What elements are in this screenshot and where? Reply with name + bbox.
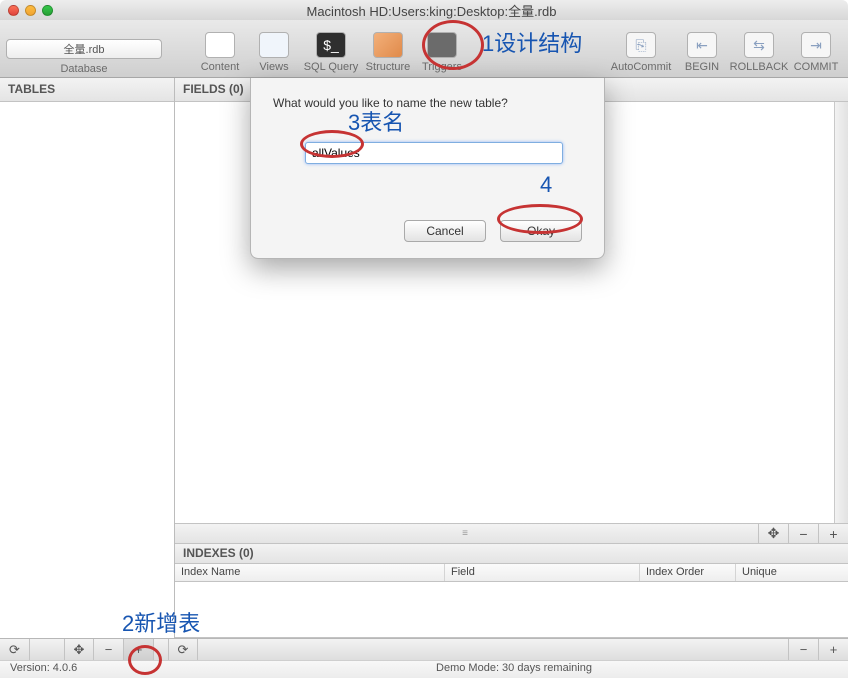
sqlquery-icon: $_ [316,32,346,58]
col-field[interactable]: Field [445,564,640,581]
fields-toolbar: ≡ ✥ − + [175,524,848,544]
autocommit-label: AutoCommit [611,61,672,73]
begin-label: BEGIN [685,61,719,73]
new-table-dialog: What would you like to name the new tabl… [250,78,605,259]
index-add-button[interactable]: + [818,639,848,660]
begin-icon: ⇤ [687,32,717,58]
demo-label: Demo Mode: 30 days remaining [190,662,838,677]
scrollbar[interactable] [834,102,848,523]
indexes-columns: Index Name Field Index Order Unique [175,564,848,582]
rollback-label: ROLLBACK [730,61,789,73]
triggers-label: Triggers [422,61,462,73]
sidebar: TABLES [0,78,175,638]
commit-icon: ⇥ [801,32,831,58]
structure-button[interactable]: Structure [362,30,414,75]
col-unique[interactable]: Unique [736,564,848,581]
remove-table-button[interactable]: − [94,639,124,660]
content-icon [205,32,235,58]
col-index-name[interactable]: Index Name [175,564,445,581]
index-remove-button[interactable]: − [788,639,818,660]
okay-button[interactable]: Okay [500,220,582,242]
move-table-button[interactable]: ✥ [64,639,94,660]
fields-move-button[interactable]: ✥ [758,524,788,543]
refresh-tables-button[interactable]: ⟳ [0,639,30,660]
indexes-header: INDEXES (0) [175,544,848,564]
table-name-input[interactable] [305,142,563,164]
drag-handle-icon[interactable]: ≡ [175,528,758,539]
views-label: Views [259,61,288,73]
fields-add-button[interactable]: + [818,524,848,543]
cancel-button[interactable]: Cancel [404,220,486,242]
structure-icon [373,32,403,58]
bottombar: ⟳ ✥ − + ⟳ − + [0,638,848,660]
titlebar: Macintosh HD:Users:king:Desktop:全量.rdb [0,0,848,20]
rollback-icon: ⇆ [744,32,774,58]
commit-button[interactable]: ⇥ COMMIT [790,30,842,75]
commit-label: COMMIT [794,61,839,73]
window-title: Macintosh HD:Users:king:Desktop:全量.rdb [15,1,848,20]
toolbar: 全量.rdb Database Content Views $_ SQL Que… [0,20,848,78]
statusbar: Version: 4.0.6 Demo Mode: 30 days remain… [0,660,848,678]
sidebar-header-tables: TABLES [0,78,174,102]
database-selector-group: 全量.rdb Database [6,33,162,75]
autocommit-icon: ⎘ [626,32,656,58]
refresh-content-button[interactable]: ⟳ [168,639,198,660]
add-table-button[interactable]: + [124,639,154,660]
content-button[interactable]: Content [194,30,246,75]
col-index-order[interactable]: Index Order [640,564,736,581]
database-label: Database [60,63,107,75]
fields-remove-button[interactable]: − [788,524,818,543]
dialog-prompt: What would you like to name the new tabl… [273,96,582,110]
begin-button[interactable]: ⇤ BEGIN [676,30,728,75]
triggers-icon [427,32,457,58]
sqlquery-label: SQL Query [304,61,359,73]
triggers-button[interactable]: Triggers [416,30,468,75]
sqlquery-button[interactable]: $_ SQL Query [302,30,360,75]
indexes-body [175,582,848,638]
views-icon [259,32,289,58]
database-selector[interactable]: 全量.rdb [6,39,162,59]
content-label: Content [201,61,240,73]
structure-label: Structure [366,61,411,73]
views-button[interactable]: Views [248,30,300,75]
rollback-button[interactable]: ⇆ ROLLBACK [730,30,788,75]
autocommit-button[interactable]: ⎘ AutoCommit [608,30,674,75]
